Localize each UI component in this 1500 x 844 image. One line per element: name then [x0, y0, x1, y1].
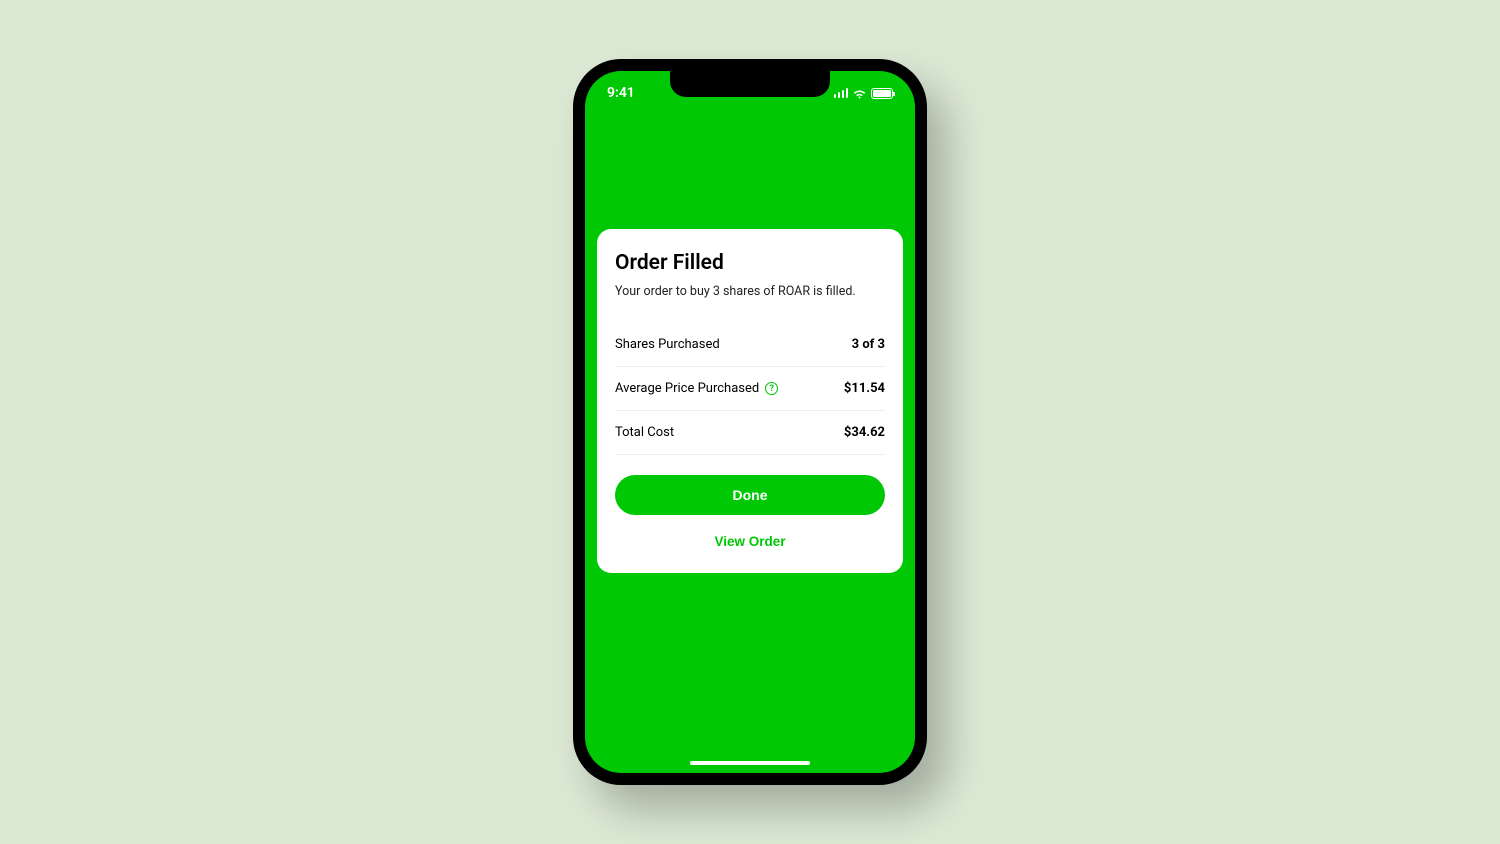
- detail-label: Average Price Purchased ?: [615, 381, 778, 396]
- status-icons: [834, 84, 894, 99]
- phone-notch: [670, 71, 830, 97]
- shares-purchased-value: 3 of 3: [852, 337, 885, 352]
- wifi-icon: [852, 88, 867, 99]
- total-cost-label: Total Cost: [615, 425, 674, 440]
- average-price-label: Average Price Purchased: [615, 381, 759, 396]
- home-indicator[interactable]: [690, 761, 810, 765]
- average-price-row: Average Price Purchased ? $11.54: [615, 367, 885, 411]
- status-time: 9:41: [607, 81, 635, 101]
- battery-icon: [871, 88, 893, 99]
- card-title: Order Filled: [615, 251, 885, 275]
- cellular-signal-icon: [834, 88, 849, 98]
- detail-label: Total Cost: [615, 425, 674, 440]
- total-cost-value: $34.62: [844, 425, 885, 440]
- average-price-value: $11.54: [844, 381, 885, 396]
- shares-purchased-row: Shares Purchased 3 of 3: [615, 323, 885, 367]
- phone-frame: 9:41 Order Filled Your order to buy 3 sh…: [573, 59, 927, 785]
- order-confirmation-card: Order Filled Your order to buy 3 shares …: [597, 229, 903, 573]
- shares-purchased-label: Shares Purchased: [615, 337, 720, 352]
- info-icon[interactable]: ?: [765, 382, 778, 395]
- done-button[interactable]: Done: [615, 475, 885, 515]
- view-order-button[interactable]: View Order: [615, 525, 885, 557]
- detail-label: Shares Purchased: [615, 337, 720, 352]
- phone-screen: 9:41 Order Filled Your order to buy 3 sh…: [585, 71, 915, 773]
- total-cost-row: Total Cost $34.62: [615, 411, 885, 455]
- card-subtitle: Your order to buy 3 shares of ROAR is fi…: [615, 284, 885, 299]
